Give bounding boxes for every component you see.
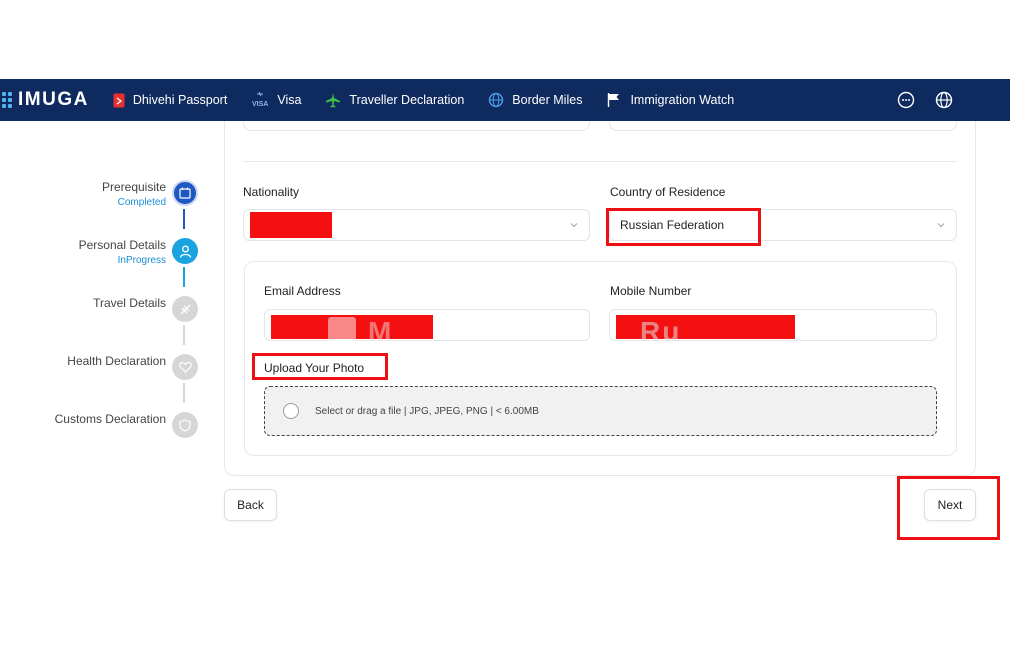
- chevron-down-icon: [937, 223, 945, 228]
- airplane-icon: [326, 93, 341, 108]
- step-label: Health Declaration: [67, 354, 166, 368]
- step-travel-details[interactable]: Travel Details: [93, 296, 198, 322]
- nav-right-actions: [896, 90, 954, 110]
- passport-icon: [113, 93, 125, 107]
- step-status: Completed: [117, 197, 166, 208]
- email-label: Email Address: [264, 284, 341, 298]
- photo-upload-dropzone[interactable]: Select or drag a file | JPG, JPEG, PNG |…: [264, 386, 937, 436]
- nav-item-immigration-watch[interactable]: Immigration Watch: [606, 92, 734, 108]
- step-label: Travel Details: [93, 296, 166, 310]
- watermark-logo: M Ru: [328, 313, 688, 355]
- flag-icon: [608, 93, 620, 107]
- step-status: InProgress: [117, 255, 166, 266]
- step-personal-details[interactable]: Personal Details InProgress: [79, 238, 198, 266]
- step-connector: [183, 267, 185, 287]
- svg-text:VISA: VISA: [252, 101, 268, 108]
- highlight-frame: [897, 476, 1000, 540]
- nav-item-label: Immigration Watch: [630, 93, 735, 107]
- back-button[interactable]: Back: [224, 489, 277, 521]
- step-label: Prerequisite: [101, 180, 166, 194]
- step-connector: [183, 325, 185, 345]
- heart-icon: [172, 354, 198, 380]
- top-navbar: IMUGA Dhivehi Passport VISA Visa Travell…: [0, 79, 1010, 121]
- section-divider: [243, 161, 957, 162]
- shield-icon: [172, 412, 198, 438]
- step-health-declaration[interactable]: Health Declaration: [67, 354, 198, 380]
- nav-item-visa[interactable]: VISA Visa: [251, 92, 301, 108]
- redaction-mark: [250, 212, 332, 238]
- calendar-check-icon: [172, 180, 198, 206]
- step-customs-declaration[interactable]: Customs Declaration: [55, 412, 198, 438]
- nav-item-dhivehi-passport[interactable]: Dhivehi Passport: [113, 93, 228, 108]
- nav-item-border-miles[interactable]: Border Miles: [488, 92, 582, 108]
- svg-text:Ru: Ru: [640, 316, 681, 347]
- chevron-down-icon: [570, 223, 578, 228]
- visa-icon: VISA: [252, 92, 269, 108]
- svg-text:M: M: [368, 316, 393, 347]
- highlight-frame: [606, 208, 761, 246]
- nav-item-label: Traveller Declaration: [349, 93, 465, 107]
- imuga-logo[interactable]: IMUGA: [2, 89, 89, 111]
- nav-item-label: Border Miles: [512, 93, 583, 107]
- upload-hint: Select or drag a file | JPG, JPEG, PNG |…: [315, 405, 539, 417]
- previous-field-input[interactable]: [243, 121, 590, 131]
- user-icon: [172, 238, 198, 264]
- logo-mark-icon: [2, 92, 12, 108]
- country-of-residence-label: Country of Residence: [610, 185, 726, 199]
- globe-icon: [489, 92, 504, 108]
- highlight-frame: [252, 353, 388, 380]
- mobile-label: Mobile Number: [610, 284, 692, 298]
- nav-item-traveller-declaration[interactable]: Traveller Declaration: [325, 92, 464, 108]
- page: IMUGA Dhivehi Passport VISA Visa Travell…: [0, 0, 1010, 668]
- upload-radio-icon: [283, 403, 299, 419]
- language-globe-icon[interactable]: [934, 90, 954, 110]
- step-connector: [183, 209, 185, 229]
- plane-slash-icon: [172, 296, 198, 322]
- step-prerequisite[interactable]: Prerequisite Completed: [102, 180, 198, 208]
- step-label: Personal Details: [78, 238, 166, 252]
- chat-icon[interactable]: [896, 90, 916, 110]
- step-label: Customs Declaration: [54, 412, 166, 426]
- nationality-label: Nationality: [243, 185, 300, 199]
- logo-text: IMUGA: [18, 89, 89, 110]
- nav-item-label: Dhivehi Passport: [132, 93, 228, 107]
- nav-item-label: Visa: [277, 93, 302, 107]
- step-connector: [183, 383, 185, 403]
- previous-field-input[interactable]: [609, 121, 957, 131]
